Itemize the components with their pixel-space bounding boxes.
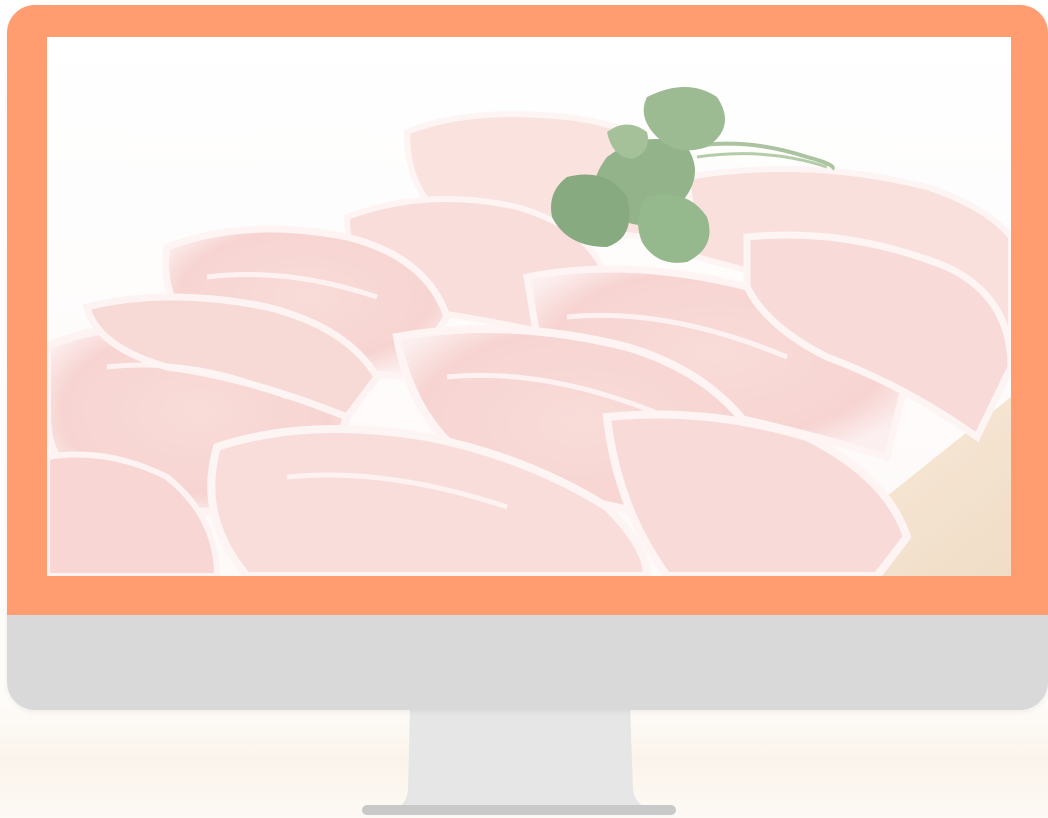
stand-neck — [395, 705, 650, 808]
mockup-scene — [0, 0, 1048, 818]
stand-base — [362, 805, 676, 815]
monitor-screen — [47, 37, 1011, 576]
monitor — [7, 5, 1048, 710]
monitor-bezel — [7, 5, 1048, 615]
monitor-chin — [7, 615, 1048, 710]
raw-pork-chops-photo — [47, 37, 1011, 576]
